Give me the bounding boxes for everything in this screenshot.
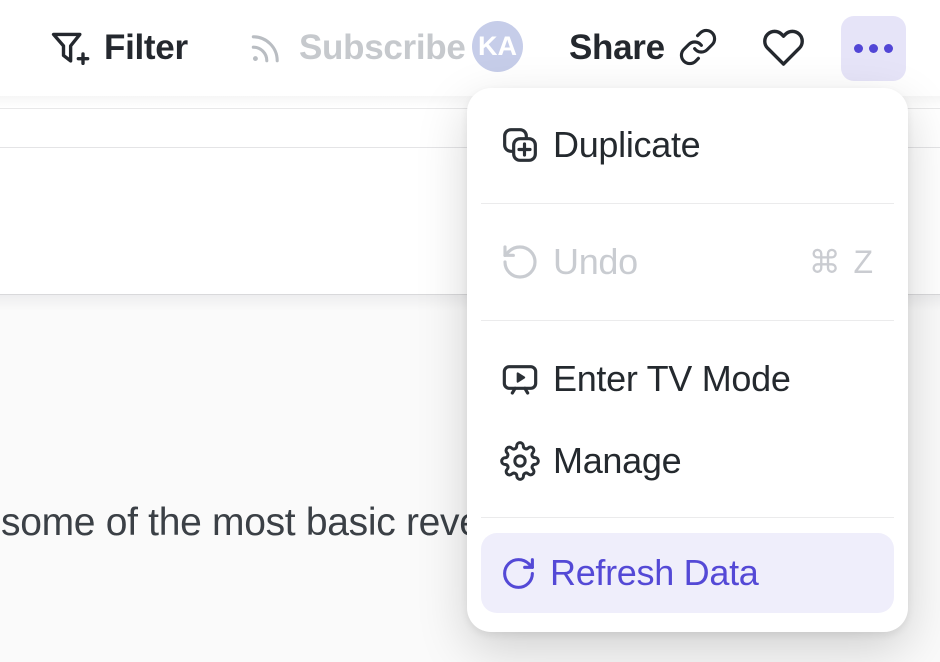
menu-item-label: Manage [553, 440, 681, 482]
ellipsis-icon [854, 44, 863, 53]
refresh-icon [500, 555, 537, 592]
gear-icon [500, 441, 540, 481]
menu-item-label: Duplicate [553, 124, 700, 166]
menu-item-refresh-data[interactable]: Refresh Data [481, 533, 894, 613]
favorite-button[interactable] [762, 26, 805, 69]
subscribe-button[interactable]: Subscribe [246, 23, 466, 73]
heart-icon [762, 26, 805, 69]
keyboard-shortcut: ⌘ Z [809, 243, 875, 281]
link-icon [678, 27, 718, 67]
menu-item-duplicate[interactable]: Duplicate [481, 104, 894, 186]
user-avatar[interactable]: KA [472, 21, 523, 72]
tv-icon [500, 359, 540, 399]
filter-plus-icon [47, 26, 92, 71]
undo-icon [500, 242, 540, 282]
menu-item-enter-tv-mode[interactable]: Enter TV Mode [481, 338, 894, 420]
menu-divider [481, 517, 894, 518]
share-label: Share [569, 28, 665, 68]
app-screen: some of the most basic revenue m Filter … [0, 0, 940, 662]
menu-item-label: Undo [553, 241, 638, 283]
menu-item-manage[interactable]: Manage [481, 420, 894, 502]
rss-icon [246, 29, 285, 68]
menu-item-label: Refresh Data [550, 552, 759, 594]
share-button[interactable]: Share [569, 23, 665, 73]
menu-item-undo[interactable]: Undo ⌘ Z [481, 221, 894, 303]
duplicate-icon [500, 125, 540, 165]
more-options-menu: Duplicate Undo ⌘ Z Enter TV M [467, 88, 908, 632]
subscribe-label: Subscribe [299, 28, 466, 68]
filter-button[interactable]: Filter [47, 23, 188, 73]
menu-divider [481, 320, 894, 321]
menu-divider [481, 203, 894, 204]
menu-item-label: Enter TV Mode [553, 358, 791, 400]
filter-label: Filter [104, 28, 188, 68]
copy-link-button[interactable] [678, 27, 718, 67]
more-options-button[interactable] [841, 16, 906, 81]
